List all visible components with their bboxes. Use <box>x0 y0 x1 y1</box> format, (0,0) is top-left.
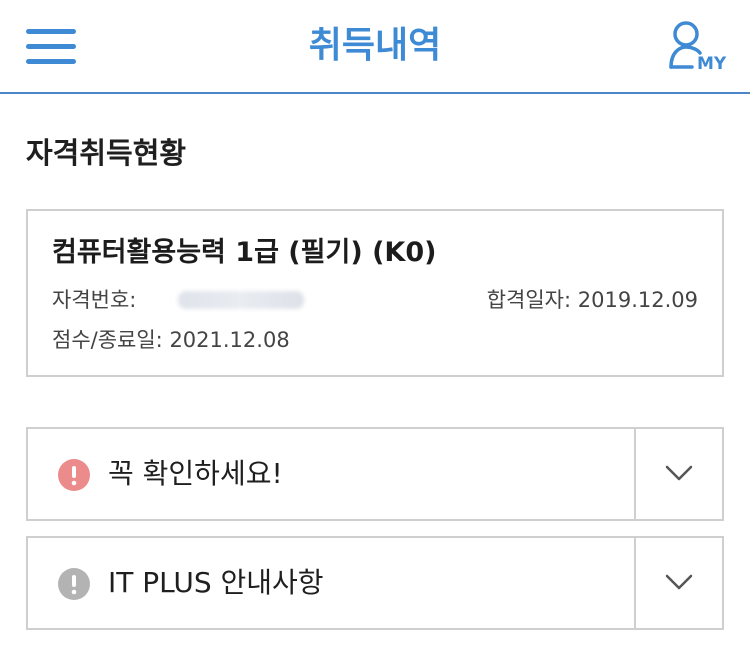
certificate-name: 컴퓨터활용능력 1급 (필기) (K0) <box>52 237 437 268</box>
accordion-label: IT PLUS 안내사항 <box>108 566 324 599</box>
certificate-number-label: 자격번호: <box>52 288 137 312</box>
accordion-it-plus-notice[interactable]: IT PLUS 안내사항 <box>26 536 724 630</box>
my-page-button[interactable]: MY <box>668 20 730 78</box>
info-icon <box>58 568 90 600</box>
page-title: 취득내역 <box>308 25 442 66</box>
score-end-date: 점수/종료일: 2021.12.08 <box>52 325 290 355</box>
expand-toggle[interactable] <box>636 429 722 519</box>
chevron-down-icon <box>665 465 693 481</box>
accordion-must-check[interactable]: 꼭 확인하세요! <box>26 427 724 521</box>
expand-toggle[interactable] <box>636 538 722 628</box>
certificate-card: 컴퓨터활용능력 1급 (필기) (K0) 자격번호: 합격일자: 2019.12… <box>26 209 724 377</box>
pass-date-label: 합격일자: <box>486 288 572 312</box>
score-date-value: 2021.12.08 <box>169 328 290 352</box>
my-label: MY <box>697 54 727 74</box>
score-date-label: 점수/종료일: <box>52 328 163 352</box>
accordion-label: 꼭 확인하세요! <box>108 457 283 490</box>
pass-date: 합격일자: 2019.12.09 <box>487 285 698 315</box>
certificate-number-redacted <box>178 291 304 309</box>
section-title: 자격취득현황 <box>26 136 187 170</box>
app-header: 취득내역 MY <box>0 0 750 94</box>
chevron-down-icon <box>665 574 693 590</box>
pass-date-value: 2019.12.09 <box>577 288 698 312</box>
alert-icon <box>58 459 90 491</box>
